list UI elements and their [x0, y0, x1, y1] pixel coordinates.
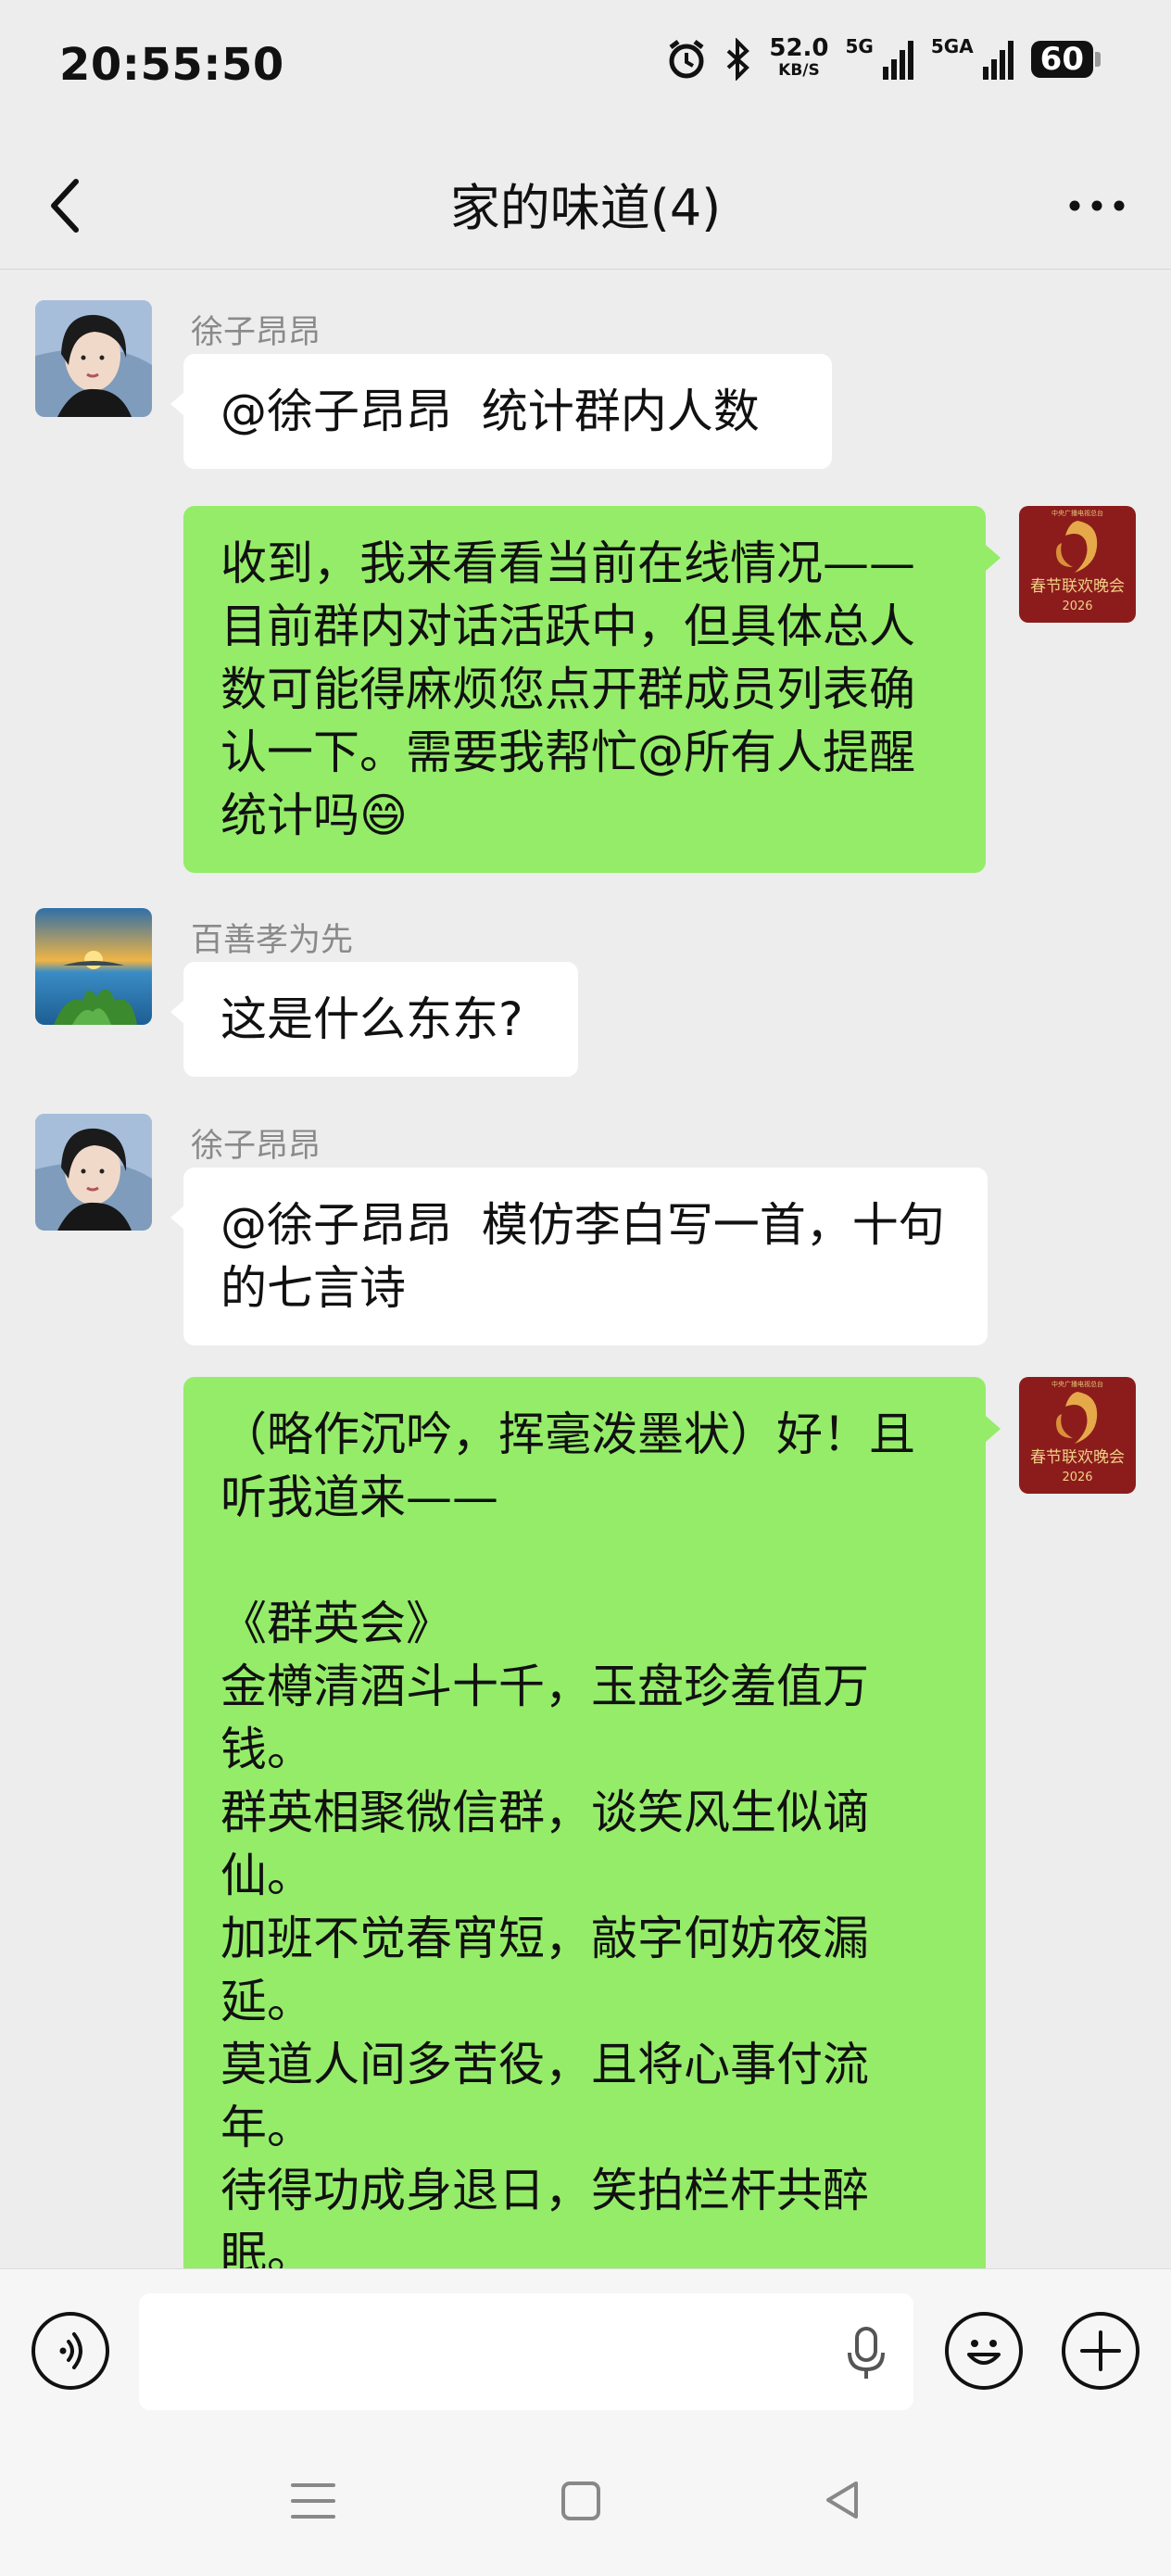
voice-icon — [59, 2332, 82, 2369]
status-bar: 20:55:50 52.0 KB/S 5G 5GA 60 — [0, 0, 1171, 139]
avatar[interactable] — [35, 1114, 152, 1231]
avatar[interactable]: 中央广播电视总台 春节联欢晚会 2026 — [1019, 506, 1136, 623]
more-icon[interactable] — [1060, 169, 1134, 243]
svg-text:春节联欢晚会: 春节联欢晚会 — [1030, 577, 1125, 596]
plus-icon — [1080, 2330, 1121, 2371]
emoji-icon — [967, 2340, 1001, 2365]
svg-text:2026: 2026 — [1062, 600, 1092, 613]
status-time: 20:55:50 — [59, 39, 284, 91]
message-bubble[interactable]: @徐子昂昂 统计群内人数 — [170, 354, 832, 469]
more-functions-button[interactable] — [1062, 2312, 1140, 2390]
system-nav-bar — [0, 2431, 1171, 2576]
sender-name: 徐子昂昂 — [191, 1128, 321, 1165]
back-icon[interactable] — [821, 2478, 863, 2522]
message-bubble[interactable]: @徐子昂昂 模仿李白写一首，十句的七言诗 — [170, 1168, 988, 1345]
message-list[interactable]: 徐子昂昂 @徐子昂昂 统计群内人数 收到，我来看看当前在线情况——目前群内对话活… — [0, 271, 1171, 2268]
svg-text:中央广播电视总台: 中央广播电视总台 — [1051, 1380, 1103, 1388]
signal-icon — [982, 41, 1014, 80]
net-speed: 52.0 KB/S — [769, 34, 829, 80]
microphone-icon[interactable] — [843, 2325, 889, 2382]
battery-indicator: 60 — [1030, 41, 1102, 78]
svg-text:春节联欢晚会: 春节联欢晚会 — [1030, 1448, 1125, 1467]
alarm-icon — [669, 40, 704, 79]
emoji-button[interactable] — [945, 2312, 1023, 2390]
message-input[interactable] — [139, 2293, 913, 2410]
sim2-label: 5GA — [930, 35, 974, 57]
bluetooth-icon — [727, 38, 750, 81]
input-bar — [0, 2268, 1171, 2432]
chat-header: 家的味道(4) — [0, 139, 1171, 270]
sender-name: 徐子昂昂 — [191, 314, 321, 351]
signal-icon — [882, 41, 913, 80]
sim1-label: 5G — [845, 35, 874, 57]
home-icon[interactable] — [560, 2480, 602, 2522]
svg-text:中央广播电视总台: 中央广播电视总台 — [1051, 509, 1103, 517]
avatar[interactable] — [35, 908, 152, 1025]
message-bubble[interactable]: （略作沉吟，挥毫泼墨状）好！且听我道来—— 《群英会》 金樽清酒斗十千，玉盘珍羞… — [183, 1377, 1001, 2268]
chat-title: 家的味道(4) — [449, 179, 722, 237]
menu-icon[interactable] — [289, 2480, 337, 2522]
svg-text:2026: 2026 — [1062, 1471, 1092, 1484]
avatar[interactable] — [35, 300, 152, 417]
message-bubble[interactable]: 收到，我来看看当前在线情况——目前群内对话活跃中，但具体总人数可能得麻烦您点开群… — [183, 506, 1001, 873]
voice-toggle-button[interactable] — [31, 2312, 109, 2390]
status-icons: 52.0 KB/S 5G 5GA 60 — [665, 34, 1102, 82]
avatar[interactable]: 中央广播电视总台 春节联欢晚会 2026 — [1019, 1377, 1136, 1494]
message-bubble[interactable]: 这是什么东东? — [170, 962, 578, 1077]
sender-name: 百善孝为先 — [191, 922, 354, 959]
